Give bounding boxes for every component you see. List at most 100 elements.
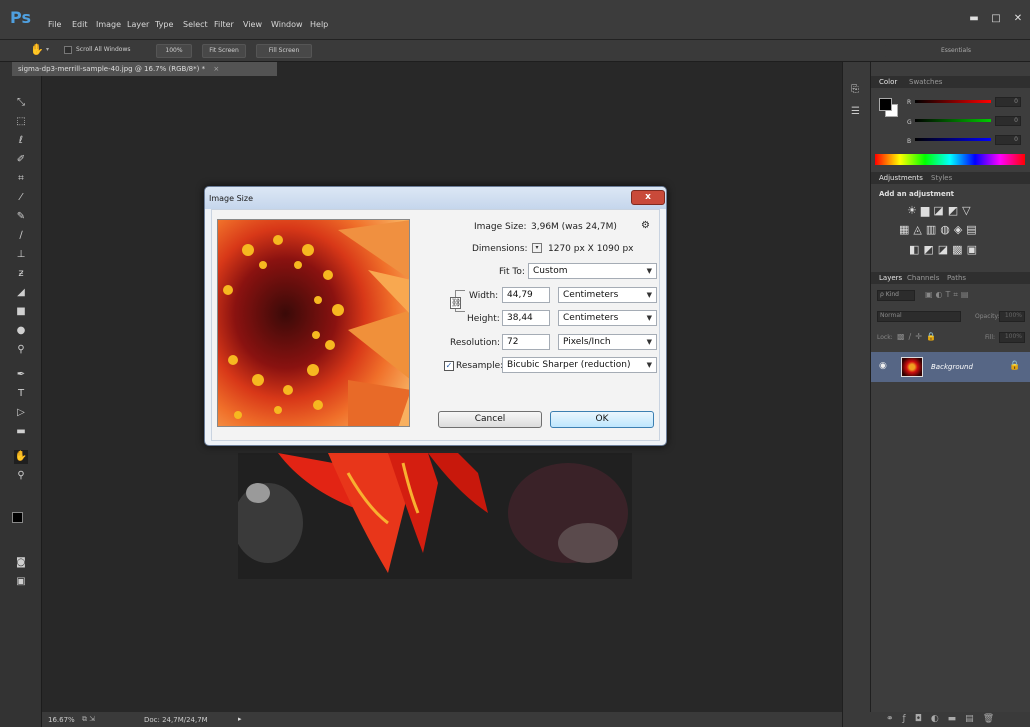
minimize-button[interactable]: ▬ — [964, 12, 984, 28]
hand-tool-icon[interactable]: ✋ — [14, 450, 28, 464]
resolution-unit-select[interactable]: Pixels/Inch ▼ — [558, 334, 657, 350]
dodge-tool-icon[interactable]: ⚲ — [14, 343, 28, 357]
tab-color[interactable]: Color — [879, 78, 897, 86]
close-icon[interactable]: × — [213, 65, 219, 73]
menu-window[interactable]: Window — [271, 20, 303, 29]
fill-screen-button[interactable]: Fill Screen — [256, 44, 312, 58]
dimensions-dropdown-icon[interactable]: ▾ — [532, 243, 542, 253]
hand-tool-icon[interactable]: ✋ — [30, 43, 44, 56]
image-preview[interactable] — [217, 219, 410, 427]
zoom-100-button[interactable]: 100% — [156, 44, 192, 58]
foreground-color-swatch[interactable] — [12, 512, 23, 523]
resample-method-select[interactable]: Bicubic Sharper (reduction) ▼ — [502, 357, 657, 373]
dimensions-label: Dimensions: — [472, 244, 528, 254]
workspace-switcher[interactable]: Essentials — [884, 44, 1020, 58]
share-icon[interactable]: ⧉ ⇲ — [82, 715, 95, 724]
fill-field[interactable]: 100% — [999, 332, 1025, 343]
status-menu-arrow-icon[interactable]: ▸ — [238, 715, 242, 723]
color-spectrum-ramp[interactable] — [875, 154, 1025, 165]
menu-view[interactable]: View — [243, 20, 262, 29]
shape-tool-icon[interactable]: ▬ — [14, 425, 28, 439]
blur-tool-icon[interactable]: ● — [14, 324, 28, 338]
resample-method-value: Bicubic Sharper (reduction) — [507, 360, 631, 370]
history-brush-tool-icon[interactable]: ƶ — [14, 267, 28, 281]
menu-layer[interactable]: Layer — [127, 20, 149, 29]
path-selection-tool-icon[interactable]: ▷ — [14, 406, 28, 420]
tab-styles[interactable]: Styles — [931, 174, 952, 182]
zoom-tool-icon[interactable]: ⚲ — [14, 469, 28, 483]
close-window-button[interactable]: ✕ — [1008, 12, 1028, 28]
red-value[interactable]: 0 — [995, 97, 1021, 107]
tab-layers[interactable]: Layers — [879, 274, 902, 282]
layer-kind-filter[interactable]: ρ Kind — [877, 290, 915, 301]
red-slider[interactable] — [915, 100, 991, 103]
height-input[interactable]: 38,44 — [502, 310, 550, 326]
zoom-level[interactable]: 16.67% — [48, 716, 75, 724]
tab-swatches[interactable]: Swatches — [909, 78, 942, 86]
eye-icon[interactable]: ◉ — [879, 361, 887, 371]
ok-button[interactable]: OK — [550, 411, 654, 428]
menu-help[interactable]: Help — [310, 20, 328, 29]
gradient-tool-icon[interactable]: ■ — [14, 305, 28, 319]
quick-mask-icon[interactable]: ◙ — [14, 556, 28, 570]
scroll-all-windows-checkbox[interactable] — [64, 46, 72, 54]
blend-mode-select[interactable]: Normal — [877, 311, 961, 322]
menu-image[interactable]: Image — [96, 20, 121, 29]
layers-footer: ⚭ƒ◘◐▬▤🗑 — [870, 712, 1030, 727]
green-slider[interactable] — [915, 119, 991, 122]
add-adjustment-label: Add an adjustment — [879, 190, 955, 198]
clone-stamp-tool-icon[interactable]: ⊥ — [14, 248, 28, 262]
tab-paths[interactable]: Paths — [947, 274, 966, 282]
link-icon[interactable]: ⛓ — [450, 297, 461, 309]
document-tab[interactable]: sigma-dp3-merrill-sample-40.jpg @ 16.7% … — [12, 62, 277, 76]
width-input[interactable]: 44,79 — [502, 287, 550, 303]
maximize-button[interactable]: □ — [986, 12, 1006, 28]
dialog-close-button[interactable]: x — [631, 190, 665, 205]
fit-to-select[interactable]: Custom ▼ — [528, 263, 657, 279]
tab-adjustments[interactable]: Adjustments — [879, 174, 923, 182]
menu-select[interactable]: Select — [183, 20, 208, 29]
quick-select-tool-icon[interactable]: ✐ — [14, 153, 28, 167]
crop-tool-icon[interactable]: ⌗ — [14, 172, 28, 186]
menu-filter[interactable]: Filter — [214, 20, 234, 29]
cancel-button[interactable]: Cancel — [438, 411, 542, 428]
layer-filter-icons[interactable]: ▣◐T⌗▤ — [925, 290, 972, 300]
menu-file[interactable]: File — [48, 20, 61, 29]
gear-icon[interactable]: ⚙ — [641, 220, 650, 231]
adjustment-icons-row-2[interactable]: ▦◬▥◍◈▤ — [899, 223, 981, 236]
healing-brush-tool-icon[interactable]: ✎ — [14, 210, 28, 224]
adjustment-icons-row-1[interactable]: ☀▆◪◩▽ — [907, 204, 975, 217]
layer-footer-icons[interactable]: ⚭ƒ◘◐▬▤🗑 — [886, 714, 1003, 724]
tab-channels[interactable]: Channels — [907, 274, 939, 282]
opacity-field[interactable]: 100% — [999, 311, 1025, 322]
brush-tool-icon[interactable]: ∕ — [14, 229, 28, 243]
blue-slider[interactable] — [915, 138, 991, 141]
fit-screen-button[interactable]: Fit Screen — [202, 44, 246, 58]
adjustment-icons-row-3[interactable]: ◧◩◪▩▣ — [909, 243, 981, 256]
blue-value[interactable]: 0 — [995, 135, 1021, 145]
chevron-down-icon[interactable]: ▾ — [46, 46, 49, 53]
eraser-tool-icon[interactable]: ◢ — [14, 286, 28, 300]
layer-name[interactable]: Background — [931, 363, 973, 371]
width-unit-select[interactable]: Centimeters ▼ — [558, 287, 657, 303]
move-tool-icon[interactable]: ⤡ — [14, 96, 28, 110]
properties-panel-icon[interactable]: ☰ — [851, 106, 860, 117]
menu-type[interactable]: Type — [155, 20, 173, 29]
history-panel-icon[interactable]: ⎘ — [851, 84, 859, 95]
resolution-input[interactable]: 72 — [502, 334, 550, 350]
layer-row-background[interactable]: ◉ Background 🔒 — [871, 352, 1030, 382]
menu-edit[interactable]: Edit — [72, 20, 88, 29]
green-value[interactable]: 0 — [995, 116, 1021, 126]
eyedropper-tool-icon[interactable]: ⁄ — [14, 191, 28, 205]
pen-tool-icon[interactable]: ✒ — [14, 368, 28, 382]
foreground-color-swatch[interactable] — [879, 98, 892, 111]
lock-icons[interactable]: ▩∕✛🔒 — [897, 332, 940, 341]
resample-checkbox[interactable]: ✓ — [444, 361, 454, 371]
marquee-tool-icon[interactable]: ⬚ — [14, 115, 28, 129]
height-unit-select[interactable]: Centimeters ▼ — [558, 310, 657, 326]
screen-mode-icon[interactable]: ▣ — [14, 575, 28, 589]
dialog-titlebar[interactable]: Image Size x — [205, 187, 666, 209]
lasso-tool-icon[interactable]: ℓ — [14, 134, 28, 148]
document-image[interactable] — [238, 453, 632, 579]
type-tool-icon[interactable]: T — [14, 387, 28, 401]
